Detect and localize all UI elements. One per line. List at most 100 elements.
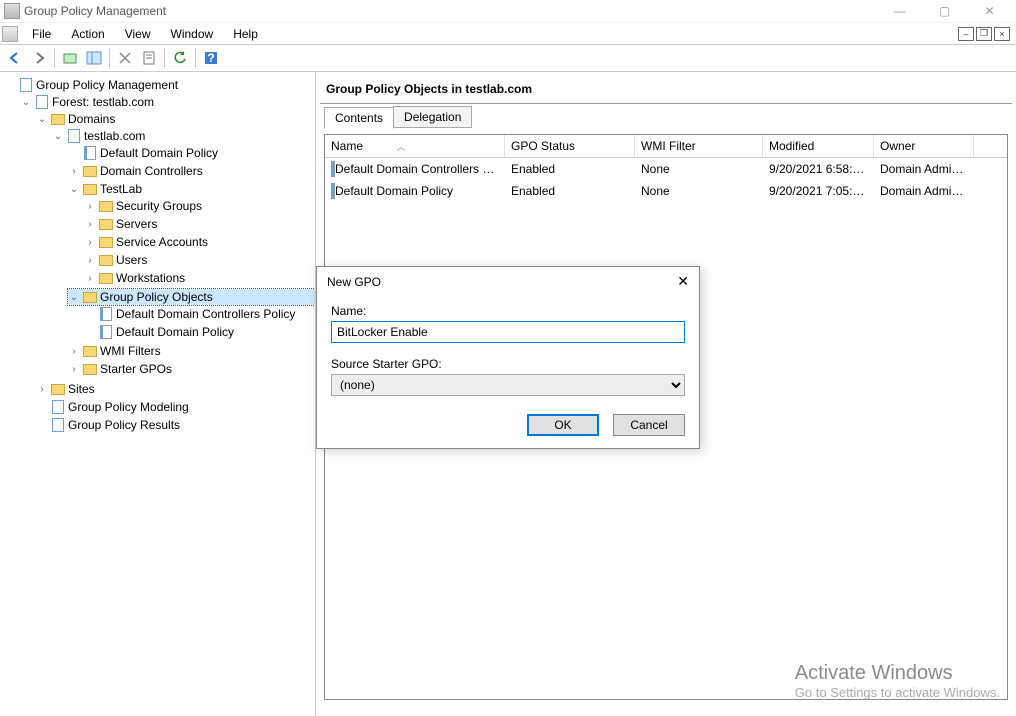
tree-ddp-label: Default Domain Policy — [100, 146, 218, 160]
cell-modified: 9/20/2021 6:58:02 ... — [763, 160, 874, 178]
up-button[interactable] — [59, 47, 81, 69]
tree-gpo-label: Group Policy Objects — [100, 290, 213, 304]
tree-sites[interactable]: ›Sites — [36, 381, 315, 397]
tree-wmi-label: WMI Filters — [100, 344, 161, 358]
tree-service-accounts[interactable]: ›Service Accounts — [84, 234, 315, 250]
cell-owner: Domain Admins (... — [874, 182, 974, 200]
table-row[interactable]: Default Domain Controllers Policy Enable… — [325, 158, 1007, 180]
tree-results-label: Group Policy Results — [68, 418, 180, 432]
content-heading: Group Policy Objects in testlab.com — [320, 76, 1012, 104]
tree-ws-label: Workstations — [116, 271, 185, 285]
tree-domain-label: testlab.com — [84, 129, 145, 143]
tree-pane[interactable]: Group Policy Management ⌄Forest: testlab… — [0, 72, 316, 716]
cell-wmi: None — [635, 160, 763, 178]
tree-srv-label: Servers — [116, 217, 157, 231]
tree-results[interactable]: Group Policy Results — [36, 417, 315, 433]
tree-root[interactable]: Group Policy Management — [4, 77, 315, 93]
tree-domains-label: Domains — [68, 112, 115, 126]
window-title: Group Policy Management — [24, 4, 877, 18]
menu-bar: File Action View Window Help – ❐ × — [0, 22, 1016, 44]
col-name[interactable]: Name ︿ — [325, 135, 505, 157]
tree-sites-label: Sites — [68, 382, 95, 396]
cell-owner: Domain Admins (... — [874, 160, 974, 178]
refresh-button[interactable] — [169, 47, 191, 69]
tree-ddcp[interactable]: Default Domain Controllers Policy — [84, 306, 315, 322]
table-row[interactable]: Default Domain Policy Enabled None 9/20/… — [325, 180, 1007, 202]
tree-users[interactable]: ›Users — [84, 252, 315, 268]
grid-body: Default Domain Controllers Policy Enable… — [325, 158, 1007, 202]
cell-status: Enabled — [505, 182, 635, 200]
close-button[interactable]: ✕ — [967, 0, 1012, 22]
delete-button[interactable] — [114, 47, 136, 69]
cell-name: Default Domain Controllers Policy — [335, 162, 505, 176]
show-hide-tree-button[interactable] — [83, 47, 105, 69]
tree-wmi-filters[interactable]: ›WMI Filters — [68, 343, 315, 359]
toolbar: ? — [0, 44, 1016, 72]
dialog-close-button[interactable]: ✕ — [677, 273, 689, 290]
mdi-restore-icon[interactable]: ❐ — [976, 27, 992, 41]
tree-starter-gpos[interactable]: ›Starter GPOs — [68, 361, 315, 377]
mdi-close-icon[interactable]: × — [994, 27, 1010, 41]
source-starter-select[interactable]: (none) — [331, 374, 685, 396]
menu-action[interactable]: Action — [61, 25, 114, 43]
col-modified[interactable]: Modified — [763, 135, 874, 157]
tree-ddcp-label: Default Domain Controllers Policy — [116, 307, 295, 321]
back-button[interactable] — [4, 47, 26, 69]
source-starter-label: Source Starter GPO: — [331, 357, 685, 371]
minimize-button[interactable]: — — [877, 0, 922, 22]
menu-window[interactable]: Window — [161, 25, 224, 43]
menu-help[interactable]: Help — [223, 25, 268, 43]
title-bar: Group Policy Management — ▢ ✕ — [0, 0, 1016, 22]
tree-dc-label: Domain Controllers — [100, 164, 203, 178]
tree-forest[interactable]: ⌄Forest: testlab.com — [20, 94, 315, 110]
tree-starter-label: Starter GPOs — [100, 362, 172, 376]
svg-text:?: ? — [207, 51, 214, 65]
tree-modeling-label: Group Policy Modeling — [68, 400, 189, 414]
cancel-button[interactable]: Cancel — [613, 414, 685, 436]
heading-prefix: Group Policy Objects in — [326, 82, 465, 96]
tree-testlab-ou[interactable]: ⌄TestLab — [68, 181, 315, 197]
tree-root-label: Group Policy Management — [36, 78, 178, 92]
gpo-name-input[interactable] — [331, 321, 685, 343]
tree-security-groups[interactable]: ›Security Groups — [84, 198, 315, 214]
tree-domain-controllers[interactable]: ›Domain Controllers — [68, 163, 315, 179]
tree-sg-label: Security Groups — [116, 199, 202, 213]
tree-default-domain-policy[interactable]: Default Domain Policy — [68, 145, 315, 161]
cell-modified: 9/20/2021 7:05:40 ... — [763, 182, 874, 200]
menu-view[interactable]: View — [115, 25, 161, 43]
tree-ddp2[interactable]: Default Domain Policy — [84, 324, 315, 340]
tab-strip: Contents Delegation — [320, 104, 1012, 128]
name-label: Name: — [331, 304, 685, 318]
menu-file[interactable]: File — [22, 25, 61, 43]
system-menu-icon[interactable] — [2, 26, 18, 42]
tab-contents[interactable]: Contents — [324, 107, 394, 129]
tree-forest-label: Forest: testlab.com — [52, 95, 154, 109]
tree-ddp2-label: Default Domain Policy — [116, 325, 234, 339]
maximize-button[interactable]: ▢ — [922, 0, 967, 22]
mdi-minimize-icon[interactable]: – — [958, 27, 974, 41]
tree-testlab-label: TestLab — [100, 182, 142, 196]
heading-domain: testlab.com — [465, 82, 532, 96]
tree-domain[interactable]: ⌄testlab.com — [52, 128, 315, 144]
col-owner[interactable]: Owner — [874, 135, 974, 157]
grid-header[interactable]: Name ︿ GPO Status WMI Filter Modified Ow… — [325, 135, 1007, 158]
cell-name: Default Domain Policy — [335, 184, 453, 198]
cell-wmi: None — [635, 182, 763, 200]
tree-sa-label: Service Accounts — [116, 235, 208, 249]
ok-button[interactable]: OK — [527, 414, 599, 436]
help-button[interactable]: ? — [200, 47, 222, 69]
dialog-title: New GPO — [327, 275, 381, 289]
new-gpo-dialog: New GPO ✕ Name: Source Starter GPO: (non… — [316, 266, 700, 449]
properties-button[interactable] — [138, 47, 160, 69]
tab-delegation[interactable]: Delegation — [393, 106, 472, 128]
tree-modeling[interactable]: Group Policy Modeling — [36, 399, 315, 415]
cell-status: Enabled — [505, 160, 635, 178]
col-wmi[interactable]: WMI Filter — [635, 135, 763, 157]
dialog-titlebar[interactable]: New GPO ✕ — [317, 267, 699, 296]
col-status[interactable]: GPO Status — [505, 135, 635, 157]
forward-button[interactable] — [28, 47, 50, 69]
tree-domains[interactable]: ⌄Domains — [36, 111, 315, 127]
tree-gpo-container[interactable]: ⌄Group Policy Objects — [68, 289, 315, 305]
tree-workstations[interactable]: ›Workstations — [84, 270, 315, 286]
tree-servers[interactable]: ›Servers — [84, 216, 315, 232]
